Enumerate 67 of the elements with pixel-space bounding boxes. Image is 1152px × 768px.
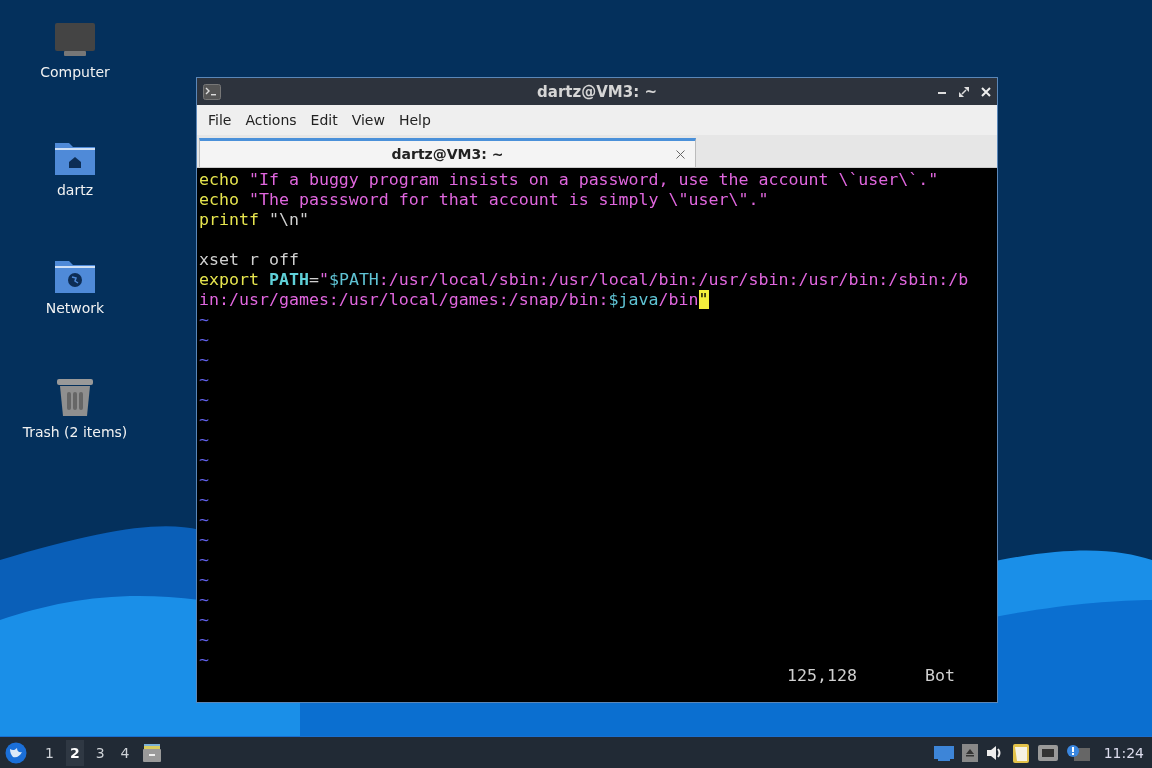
code-string: /bin bbox=[658, 290, 699, 309]
code-text: xset r off bbox=[199, 250, 299, 269]
empty-line-marker: ~ bbox=[199, 310, 209, 329]
network-folder-icon[interactable] bbox=[54, 258, 96, 294]
screen-icon[interactable] bbox=[933, 744, 954, 761]
clock[interactable]: 11:24 bbox=[1103, 744, 1144, 761]
code-string: "If a buggy program insists on a password, use the account \`user\`." bbox=[247, 170, 939, 189]
menu-item[interactable]: Help bbox=[391, 112, 438, 128]
text-cursor: " bbox=[698, 290, 709, 309]
restore-icon[interactable] bbox=[959, 86, 969, 97]
empty-line-marker: ~ bbox=[199, 590, 209, 609]
empty-line-marker: ~ bbox=[199, 450, 209, 469]
code-text: = bbox=[308, 270, 319, 289]
empty-line-marker: ~ bbox=[199, 630, 209, 649]
home-folder-icon[interactable] bbox=[54, 140, 96, 176]
desktop-icon-label[interactable]: Trash (2 items) bbox=[22, 424, 128, 440]
code-string: :/usr/local/sbin:/usr/local/bin:/usr/sbin:/usr/bin:/sbin:/b bbox=[378, 270, 969, 289]
start-menu-icon[interactable] bbox=[5, 741, 27, 764]
code-variable: $java bbox=[608, 290, 659, 309]
code-keyword: echo bbox=[199, 190, 239, 209]
scroll-position: Bot bbox=[924, 666, 955, 686]
empty-line-marker: ~ bbox=[199, 610, 209, 629]
clipboard-icon[interactable] bbox=[1011, 741, 1030, 764]
cursor-position: 125,128 bbox=[787, 666, 857, 686]
menu-item[interactable]: File bbox=[201, 112, 239, 128]
code-keyword: export bbox=[199, 270, 259, 289]
code-variable: $PATH bbox=[328, 270, 379, 289]
empty-line-marker: ~ bbox=[199, 570, 209, 589]
menu-item[interactable]: View bbox=[344, 112, 392, 128]
empty-line-marker: ~ bbox=[199, 490, 209, 509]
desktop-icon-label[interactable]: dartz bbox=[56, 182, 94, 198]
eject-icon[interactable] bbox=[961, 743, 978, 762]
terminal-tab[interactable]: dartz@VM3: ~ bbox=[199, 138, 696, 167]
code-keyword: printf bbox=[199, 210, 259, 229]
code-keyword: echo bbox=[199, 170, 239, 189]
code-string: "The passsword for that account is simply \"user\"." bbox=[247, 190, 769, 209]
menu-item[interactable]: Actions bbox=[238, 112, 304, 128]
empty-line-marker: ~ bbox=[199, 430, 209, 449]
menu-item[interactable]: Edit bbox=[303, 112, 345, 128]
empty-line-marker: ~ bbox=[199, 650, 209, 669]
monitor-icon[interactable] bbox=[54, 22, 96, 58]
empty-line-marker: ~ bbox=[199, 530, 209, 549]
empty-line-marker: ~ bbox=[199, 470, 209, 489]
workspace-button[interactable]: 4 bbox=[116, 739, 134, 766]
code-identifier: PATH bbox=[267, 270, 309, 289]
workspace-button[interactable]: 1 bbox=[41, 739, 58, 766]
empty-line-marker: ~ bbox=[199, 330, 209, 349]
network-icon[interactable] bbox=[1037, 744, 1058, 761]
window-title: dartz@VM3: ~ bbox=[537, 82, 657, 101]
workspace-button[interactable]: 3 bbox=[91, 739, 109, 766]
file-cabinet-icon[interactable] bbox=[141, 742, 162, 763]
notification-icon[interactable] bbox=[1065, 743, 1090, 762]
desktop-icon-label[interactable]: Network bbox=[45, 300, 105, 316]
empty-line-marker: ~ bbox=[199, 410, 209, 429]
empty-line-marker: ~ bbox=[199, 370, 209, 389]
code-string: " bbox=[318, 270, 329, 289]
desktop-icon-label[interactable]: Computer bbox=[40, 64, 110, 80]
empty-line-marker: ~ bbox=[199, 390, 209, 409]
empty-line-marker: ~ bbox=[199, 350, 209, 369]
code-text: "\n" bbox=[267, 210, 309, 229]
trash-icon[interactable] bbox=[54, 376, 96, 418]
workspace-button[interactable]: 2 bbox=[65, 739, 84, 766]
terminal-icon bbox=[203, 83, 221, 100]
code-string: in:/usr/games:/usr/local/games:/snap/bin: bbox=[199, 290, 609, 309]
close-icon[interactable] bbox=[676, 150, 685, 159]
empty-line-marker: ~ bbox=[199, 510, 209, 529]
empty-line-marker: ~ bbox=[199, 550, 209, 569]
